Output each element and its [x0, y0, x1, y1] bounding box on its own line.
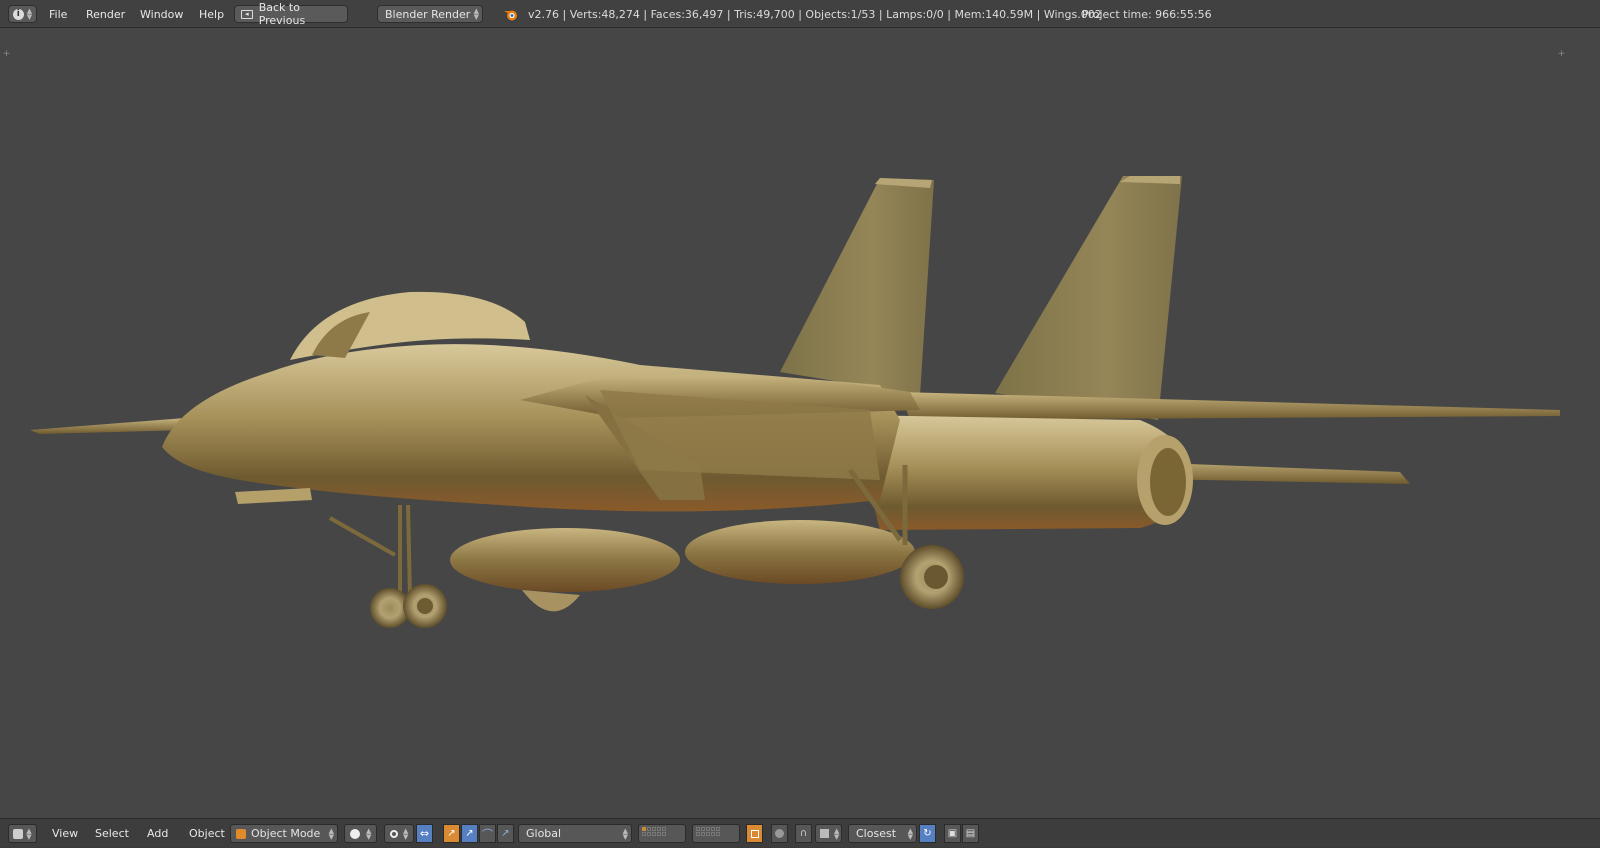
- right-fuel-tank: [685, 520, 915, 584]
- arc-icon: ⌒: [482, 827, 493, 841]
- editor-type-selector[interactable]: ▲ ▼: [8, 824, 37, 843]
- 3d-view-header: ▲ ▼ View Select Add Object Object Mode ▲ ▼…: [0, 818, 1600, 847]
- interaction-mode-dropdown[interactable]: Object Mode ▲ ▼: [230, 824, 338, 843]
- dropdown-arrows-icon: ▲ ▼: [834, 826, 840, 841]
- menu-add[interactable]: Add: [147, 819, 168, 848]
- render-engine-dropdown[interactable]: Blender Render ▲ ▼: [377, 5, 483, 23]
- solid-shading-icon: [350, 828, 360, 839]
- scale-manipulator-button[interactable]: ⌒: [479, 824, 496, 843]
- viewport-shading-dropdown[interactable]: ▲ ▼: [344, 824, 377, 843]
- info-icon: i: [12, 8, 24, 20]
- left-vertical-tail: [780, 178, 934, 395]
- snap-element-dropdown[interactable]: ▲ ▼: [815, 824, 842, 843]
- axis-arrows-icon: ↗: [447, 828, 456, 839]
- blender-logo-icon: [503, 0, 518, 28]
- snap-rotate-icon: ↻: [923, 828, 932, 839]
- dropdown-arrows-icon: ▲ ▼: [26, 826, 32, 841]
- manipulator-icon: ⇔: [419, 827, 430, 840]
- transform-orientation-icon-button[interactable]: ↗: [497, 824, 514, 843]
- scene-layers-group-1[interactable]: [638, 824, 686, 843]
- object-mode-cube-icon: [236, 828, 246, 839]
- dropdown-arrows-icon: ▲ ▼: [366, 826, 372, 841]
- lock-layers-button[interactable]: [746, 824, 763, 843]
- proportional-editing-button[interactable]: [771, 824, 788, 843]
- render-opengl-animation-button[interactable]: ▤: [962, 824, 979, 843]
- editor-type-selector[interactable]: i ▲ ▼: [8, 5, 37, 23]
- info-header: i ▲ ▼ File Render Window Help ◂ Back to P…: [0, 0, 1600, 28]
- menu-render[interactable]: Render: [86, 0, 125, 28]
- render-opengl-image-button[interactable]: ▣: [944, 824, 961, 843]
- menu-help[interactable]: Help: [199, 0, 224, 28]
- rotate-icon: ↗: [465, 828, 474, 839]
- menu-window[interactable]: Window: [140, 0, 183, 28]
- dropdown-arrows-icon: ▲ ▼: [622, 826, 628, 841]
- back-icon: ◂: [241, 9, 253, 19]
- 3d-viewport[interactable]: + +: [0, 28, 1600, 818]
- dropdown-arrows-icon: ▲ ▼: [907, 826, 913, 841]
- transform-orientation-dropdown[interactable]: Global ▲ ▼: [518, 824, 632, 843]
- snap-rotation-button[interactable]: ↻: [919, 824, 936, 843]
- arrow-icon: ↗: [501, 828, 510, 839]
- scene-statistics: v2.76 | Verts:48,274 | Faces:36,497 | Tr…: [528, 7, 1102, 21]
- render-engine-label: Blender Render: [385, 7, 471, 21]
- jet-model[interactable]: [0, 28, 1600, 818]
- menu-select[interactable]: Select: [95, 819, 129, 848]
- 3d-view-editor-icon: [13, 828, 24, 839]
- snap-element-icon: [820, 829, 829, 838]
- menu-file[interactable]: File: [49, 0, 67, 28]
- snap-toggle-button[interactable]: ∩: [795, 824, 812, 843]
- menu-object[interactable]: Object: [189, 819, 225, 848]
- dropdown-arrows-icon: ▲ ▼: [403, 826, 409, 841]
- glove-vane: [30, 418, 190, 434]
- dropdown-arrows-icon: ▲ ▼: [473, 7, 479, 21]
- pivot-point-icon: [390, 829, 398, 838]
- camera-render-icon: ▣: [947, 828, 958, 839]
- clapperboard-icon: ▤: [965, 828, 976, 839]
- proportional-edit-icon: [775, 829, 784, 838]
- snap-target-dropdown[interactable]: Closest ▲ ▼: [848, 824, 917, 843]
- dropdown-arrows-icon: ▲ ▼: [26, 7, 33, 21]
- pivot-point-dropdown[interactable]: ▲ ▼: [384, 824, 414, 843]
- translate-manipulator-button[interactable]: ↗: [443, 824, 460, 843]
- right-wing: [900, 392, 1560, 420]
- left-fuel-tank: [450, 528, 680, 592]
- dropdown-arrows-icon: ▲ ▼: [328, 826, 334, 841]
- back-to-previous-button[interactable]: ◂ Back to Previous: [234, 1, 348, 27]
- interaction-mode-label: Object Mode: [251, 827, 321, 840]
- manipulator-toggle-button[interactable]: ⇔: [416, 824, 433, 843]
- scene-layers-group-2[interactable]: [692, 824, 740, 843]
- magnet-snap-icon: ∩: [799, 828, 808, 839]
- right-vertical-tail: [995, 176, 1182, 420]
- transform-orientation-label: Global: [526, 827, 562, 840]
- snap-target-label: Closest: [856, 827, 897, 840]
- project-time: Project time: 966:55:56: [1082, 7, 1212, 21]
- menu-view[interactable]: View: [52, 819, 78, 848]
- lock-icon: [750, 829, 759, 838]
- back-to-previous-label: Back to Previous: [258, 1, 306, 27]
- rotate-manipulator-button[interactable]: ↗: [461, 824, 478, 843]
